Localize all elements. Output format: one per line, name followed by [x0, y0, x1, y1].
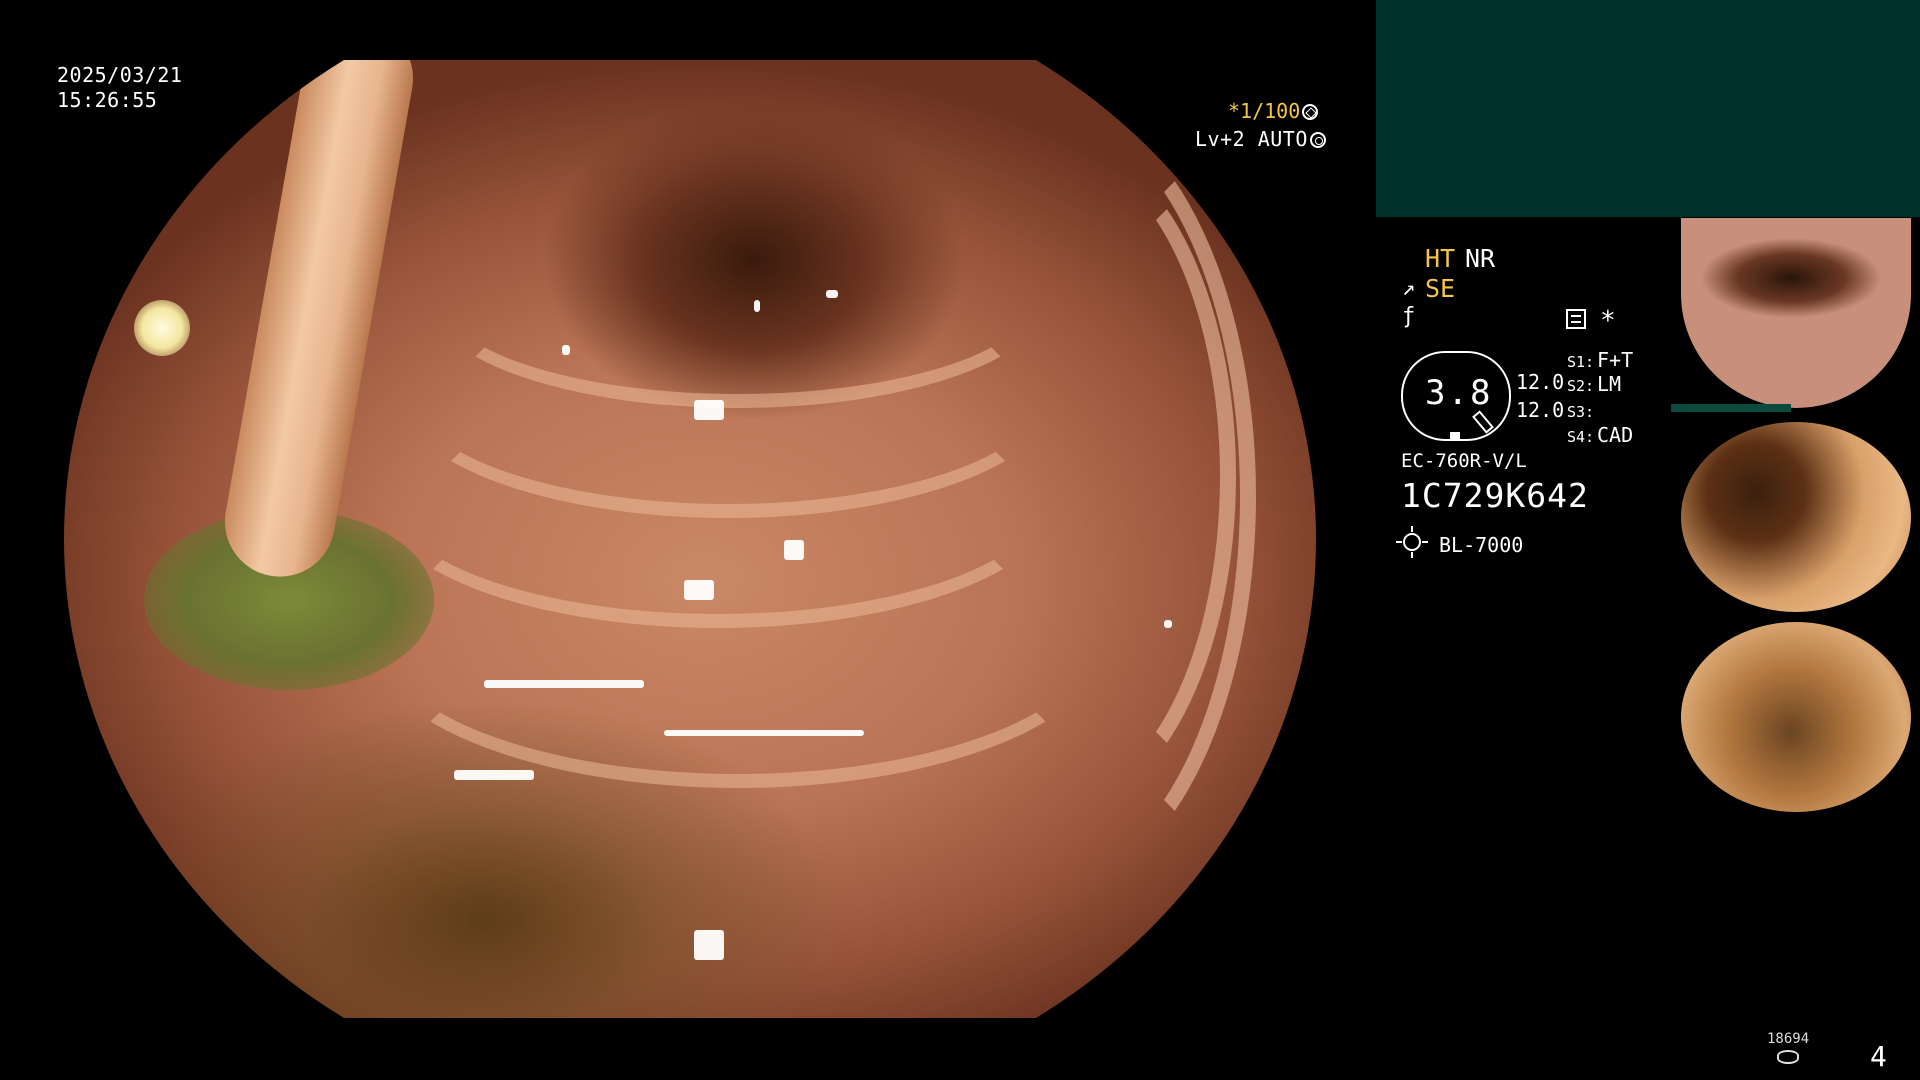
se-indicator: SE: [1425, 274, 1456, 303]
auto-icon: [1309, 132, 1326, 148]
f-icon: ƒ: [1402, 304, 1416, 329]
nr-indicator: NR: [1465, 244, 1496, 273]
thumbnail-bar: [1671, 404, 1791, 412]
shutter-icon: [1302, 104, 1319, 120]
mucosal-fold: [884, 140, 1236, 812]
switch-value: F+T: [1597, 348, 1634, 372]
sun-ray: [1396, 541, 1402, 543]
thumbnail-image: [1681, 422, 1911, 612]
sun-ray: [1411, 552, 1413, 558]
specular-highlight: [664, 730, 864, 736]
info-panel-top: [1376, 0, 1920, 217]
light-source: BL-7000: [1439, 533, 1524, 557]
specular-highlight: [694, 930, 724, 960]
specular-highlight: [454, 770, 534, 780]
shutter-speed: *1/100: [1228, 99, 1319, 123]
switch-label: S1:: [1567, 353, 1595, 371]
scope-serial: 1C729K642: [1401, 476, 1589, 515]
asterisk-indicator: *: [1600, 306, 1616, 336]
switch-value: LM: [1597, 372, 1622, 396]
shutter-speed-text: *1/100: [1228, 99, 1301, 123]
disk-icon: [1777, 1050, 1799, 1064]
ht-indicator: HT: [1425, 244, 1456, 273]
light-reflection: [134, 300, 190, 356]
capture-thumbnail[interactable]: [1671, 618, 1920, 816]
specular-highlight: [1164, 620, 1172, 628]
specular-highlight: [784, 540, 804, 560]
thumbnail-image: [1681, 622, 1911, 812]
light-source-icon: [1396, 526, 1428, 558]
switch-label: S4:: [1567, 428, 1595, 446]
specular-highlight: [754, 300, 760, 312]
exposure-level: Lv+2 AUTO: [1195, 127, 1326, 152]
endoscope-view: [64, 60, 1316, 1018]
se-icon: ↗: [1402, 276, 1416, 301]
capture-thumbnail[interactable]: [1671, 218, 1920, 416]
specular-highlight: [684, 580, 714, 600]
sun-ray: [1411, 526, 1413, 532]
image-count: 18694: [1767, 1031, 1810, 1047]
menu-icon: [1566, 309, 1586, 329]
switch-value: CAD: [1597, 423, 1634, 447]
thumbnail-image: [1681, 218, 1911, 408]
sun-ray: [1422, 541, 1428, 543]
specular-highlight: [562, 345, 570, 355]
capture-thumbnail[interactable]: [1671, 418, 1920, 616]
gauge-value: 3.8: [1425, 373, 1493, 413]
scope-model: EC-760R-V/L: [1401, 450, 1527, 472]
exposure-level-text: Lv+2 AUTO: [1195, 127, 1308, 151]
gauge-value-2: 12.0: [1516, 398, 1565, 422]
specular-highlight: [826, 290, 838, 298]
page-number: 4: [1870, 1040, 1887, 1073]
gauge-value-1: 12.0: [1516, 370, 1565, 394]
specular-highlight: [484, 680, 644, 688]
switch-label: S2:: [1567, 377, 1595, 395]
time-text: 15:26:55: [57, 88, 158, 112]
specular-highlight: [694, 400, 724, 420]
gauge-marker: [1450, 432, 1460, 440]
switch-label: S3:: [1567, 403, 1595, 421]
date-text: 2025/03/21: [57, 63, 183, 87]
